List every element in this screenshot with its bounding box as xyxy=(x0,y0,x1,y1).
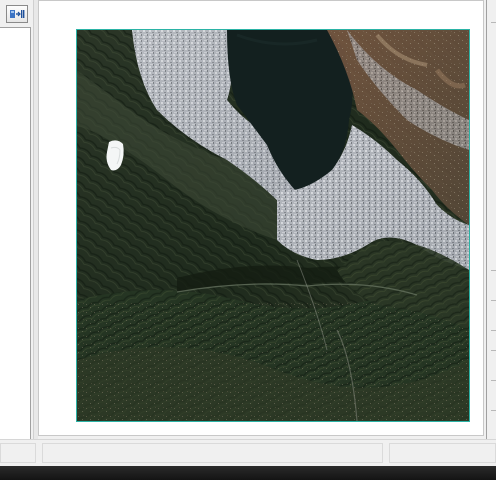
status-cell-right xyxy=(389,443,496,463)
left-tool-panel xyxy=(0,0,31,440)
status-cell-coordinates xyxy=(42,443,383,463)
panel-divider xyxy=(491,380,496,381)
panel-divider xyxy=(491,300,496,301)
layer-navigate-button[interactable] xyxy=(6,5,28,23)
panel-divider xyxy=(491,270,496,271)
panel-divider xyxy=(491,410,496,411)
application-window xyxy=(0,0,496,480)
layer-navigate-icon xyxy=(9,5,25,24)
status-cell-left xyxy=(0,443,36,463)
panel-divider xyxy=(491,22,496,23)
status-bar xyxy=(0,439,496,467)
left-toolbar xyxy=(0,0,31,27)
os-taskbar xyxy=(0,466,496,480)
panel-divider xyxy=(491,350,496,351)
panel-divider xyxy=(491,330,496,331)
map-view[interactable] xyxy=(38,0,484,436)
layer-list-panel[interactable] xyxy=(0,27,31,440)
right-attribute-panel xyxy=(486,0,496,439)
satellite-image xyxy=(77,30,469,421)
satellite-image-frame[interactable] xyxy=(76,29,470,422)
